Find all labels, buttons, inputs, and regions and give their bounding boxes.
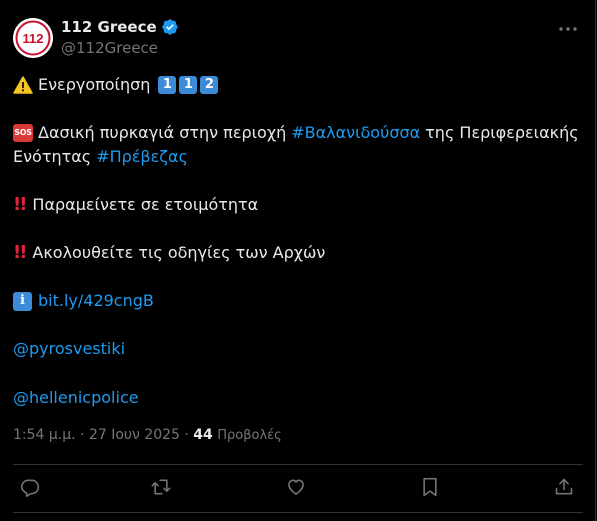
svg-text:112: 112 bbox=[23, 31, 44, 46]
double-exclamation-icon: !! bbox=[13, 194, 27, 215]
sos-icon: SOS bbox=[13, 124, 33, 142]
tweet-card: 112 112 Greece @112Greece Ενεργοποίηση 1… bbox=[0, 0, 596, 521]
tweet-line-follow-instructions: !! Ακολουθείτε τις οδηγίες των Αρχών bbox=[13, 241, 325, 265]
warning-icon bbox=[13, 76, 33, 94]
information-icon: i bbox=[13, 291, 32, 311]
follow-instructions-text: Ακολουθείτε τις οδηγίες των Αρχών bbox=[32, 243, 326, 262]
mention-hellenicpolice-link[interactable]: @hellenicpolice bbox=[13, 386, 139, 410]
tweet-line-fire: SOS Δασική πυρκαγιά στην περιοχή #Βαλανι… bbox=[13, 121, 579, 145]
reply-icon[interactable] bbox=[19, 476, 41, 498]
account-handle[interactable]: @112Greece bbox=[61, 39, 158, 57]
views-count: 44 bbox=[193, 427, 213, 443]
avatar[interactable]: 112 bbox=[13, 18, 53, 58]
fire-text-suffix: της Περιφερειακής bbox=[425, 123, 579, 142]
tweet-line-stay-ready: !! Παραμείνετε σε ετοιμότητα bbox=[13, 193, 258, 217]
action-bar bbox=[0, 466, 596, 510]
bottom-divider bbox=[13, 512, 583, 513]
tweet-line-mention-2: @hellenicpolice bbox=[13, 386, 139, 410]
tweet-line-activation: Ενεργοποίηση 1 1 2 bbox=[13, 73, 219, 97]
like-heart-icon[interactable] bbox=[285, 476, 307, 498]
tweet-line-mention-1: @pyrosvestiki bbox=[13, 337, 125, 361]
divider bbox=[13, 464, 583, 465]
tweet-line-link: i bit.ly/429cngB bbox=[13, 289, 154, 313]
external-link[interactable]: bit.ly/429cngB bbox=[38, 289, 154, 313]
keycap-1-icon: 1 bbox=[179, 76, 198, 94]
display-name[interactable]: 112 Greece bbox=[61, 18, 157, 36]
unit-text: Ενότητας bbox=[13, 147, 92, 166]
share-icon[interactable] bbox=[553, 476, 575, 498]
verified-badge-icon bbox=[161, 18, 179, 36]
mention-pyrosvestiki-link[interactable]: @pyrosvestiki bbox=[13, 337, 125, 361]
double-exclamation-icon: !! bbox=[13, 242, 27, 263]
keycap-112: 1 1 2 bbox=[155, 76, 219, 94]
avatar-112-logo: 112 bbox=[13, 18, 53, 58]
hashtag-valanidoussa-link[interactable]: #Βαλανιδούσσα bbox=[291, 121, 420, 145]
activation-text: Ενεργοποίηση bbox=[38, 75, 151, 94]
keycap-1-icon: 1 bbox=[158, 76, 177, 94]
bookmark-icon[interactable] bbox=[419, 476, 441, 498]
more-options-icon[interactable] bbox=[556, 18, 580, 40]
timestamp[interactable]: 1:54 μ.μ. · 27 Ιουν 2025 · bbox=[13, 427, 189, 443]
fire-text: Δασική πυρκαγιά στην περιοχή bbox=[38, 123, 287, 142]
stay-ready-text: Παραμείνετε σε ετοιμότητα bbox=[32, 195, 259, 214]
hashtag-preveza-link[interactable]: #Πρέβεζας bbox=[96, 145, 188, 169]
tweet-meta: 1:54 μ.μ. · 27 Ιουν 2025 · 44 Προβολές bbox=[13, 427, 282, 443]
tweet-line-unit: Ενότητας #Πρέβεζας bbox=[13, 145, 188, 169]
author-name-row: 112 Greece bbox=[61, 18, 179, 36]
retweet-icon[interactable] bbox=[150, 476, 172, 498]
views-label: Προβολές bbox=[217, 428, 282, 443]
keycap-2-icon: 2 bbox=[200, 76, 219, 94]
